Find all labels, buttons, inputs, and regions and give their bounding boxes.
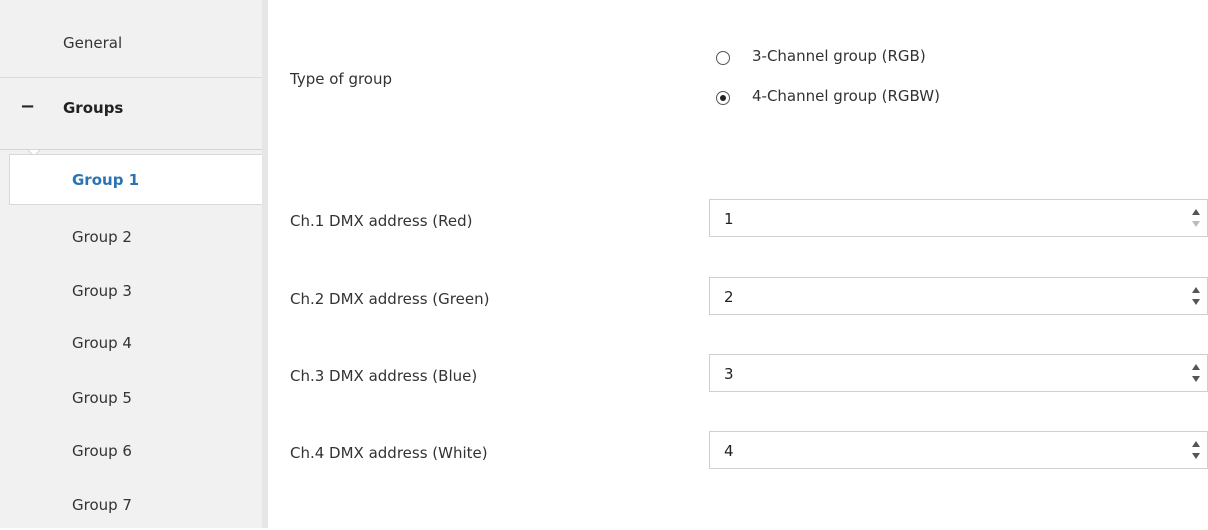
sidebar-item-group-5[interactable]: Group 5 [0, 374, 262, 424]
ch1-dmx-address-input[interactable]: 1 [709, 199, 1208, 237]
spinner-arrows-icon[interactable] [1191, 438, 1201, 462]
ch3-value[interactable]: 3 [724, 365, 734, 383]
sidebar-item-group-1[interactable]: Group 1 [9, 154, 266, 205]
ch4-value[interactable]: 4 [724, 442, 734, 460]
field-label-ch4: Ch.4 DMX address (White) [290, 444, 488, 462]
sidebar-item-label: Group 3 [72, 282, 132, 300]
sidebar-item-label: General [63, 34, 123, 52]
chevron-down-icon [1192, 221, 1200, 227]
spinner-arrows-icon[interactable] [1191, 206, 1201, 230]
sidebar-item-group-7[interactable]: Group 7 [0, 480, 262, 530]
spinner-arrows-icon[interactable] [1191, 361, 1201, 385]
ch2-dmx-address-input[interactable]: 2 [709, 277, 1208, 315]
ch3-dmx-address-input[interactable]: 3 [709, 354, 1208, 392]
sidebar-item-label: Group 6 [72, 442, 132, 460]
minus-icon[interactable]: − [20, 96, 35, 117]
chevron-up-icon [1192, 441, 1200, 447]
sidebar-item-group-2[interactable]: Group 2 [0, 212, 262, 262]
sidebar-item-label: Group 1 [72, 171, 140, 189]
sidebar-item-label: Group 5 [72, 389, 132, 407]
sidebar-item-label: Group 4 [72, 334, 132, 352]
ch2-value[interactable]: 2 [724, 288, 734, 306]
radio-4-channel-label[interactable]: 4-Channel group (RGBW) [752, 87, 940, 105]
field-label-ch1: Ch.1 DMX address (Red) [290, 212, 473, 230]
chevron-up-icon [1192, 287, 1200, 293]
chevron-down-icon [1192, 376, 1200, 382]
sidebar-item-label: Groups [63, 99, 124, 117]
chevron-down-icon [1192, 299, 1200, 305]
sidebar-item-general[interactable]: General [0, 0, 262, 78]
chevron-up-icon [1192, 209, 1200, 215]
chevron-down-icon [1192, 453, 1200, 459]
chevron-up-icon [1192, 364, 1200, 370]
radio-3-channel-label[interactable]: 3-Channel group (RGB) [752, 47, 926, 65]
sidebar-item-label: Group 2 [72, 228, 132, 246]
sidebar-item-label: Group 7 [72, 496, 132, 514]
sidebar: General − Groups Group 1 Group 2 Group 3… [0, 0, 268, 528]
field-label-ch3: Ch.3 DMX address (Blue) [290, 367, 478, 385]
sidebar-item-group-3[interactable]: Group 3 [0, 266, 262, 316]
field-label-ch2: Ch.2 DMX address (Green) [290, 290, 490, 308]
sidebar-item-groups[interactable]: − Groups [0, 78, 262, 150]
ch1-value[interactable]: 1 [724, 210, 734, 228]
spinner-arrows-icon[interactable] [1191, 284, 1201, 308]
sidebar-item-group-4[interactable]: Group 4 [0, 320, 262, 370]
type-of-group-label: Type of group [290, 70, 393, 88]
sidebar-item-group-6[interactable]: Group 6 [0, 428, 262, 478]
radio-selected-dot [720, 95, 726, 101]
radio-3-channel[interactable] [716, 51, 730, 65]
sidebar-splitter[interactable] [262, 0, 268, 528]
ch4-dmx-address-input[interactable]: 4 [709, 431, 1208, 469]
radio-4-channel[interactable] [716, 91, 730, 105]
